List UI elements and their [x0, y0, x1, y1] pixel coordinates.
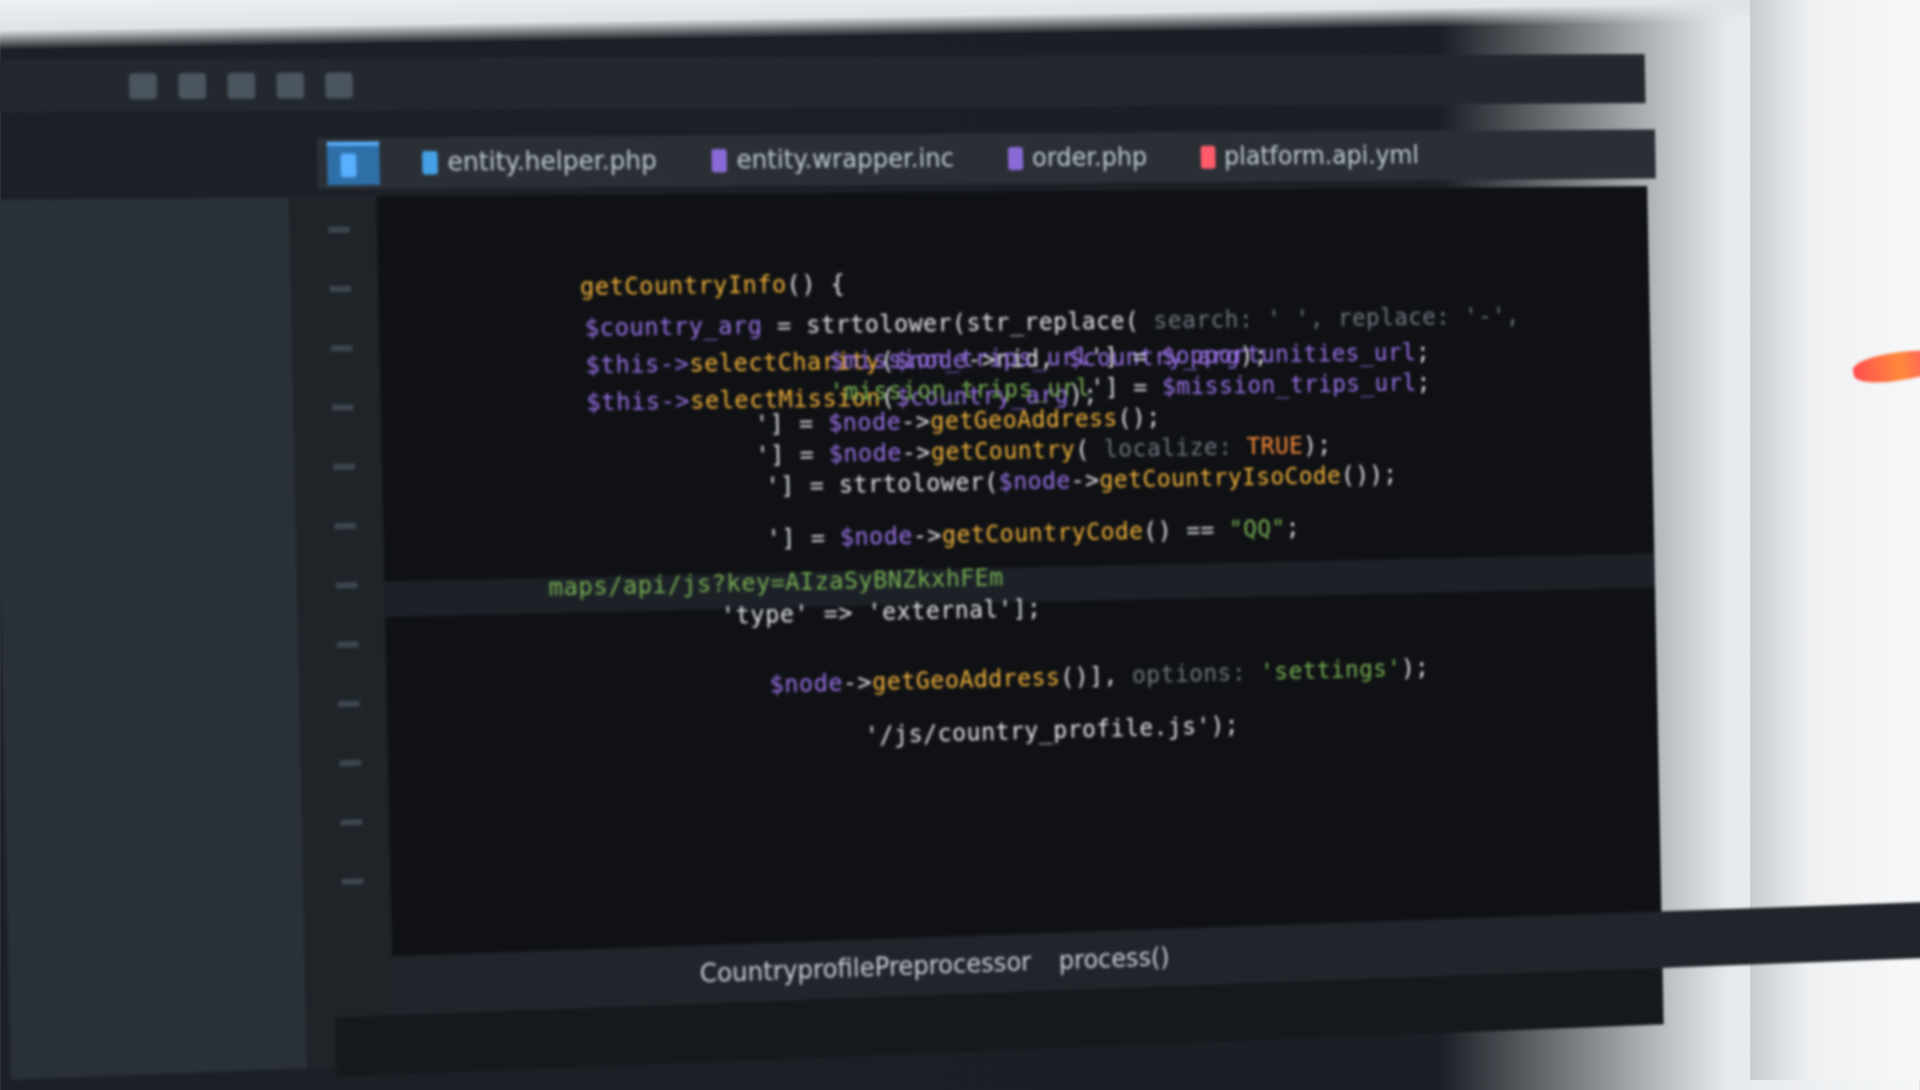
toolbar-button[interactable] [276, 72, 305, 99]
php-file-icon [340, 153, 357, 178]
code-token: () == [1143, 515, 1230, 545]
code-token: 'settings' [1245, 654, 1402, 686]
code-token: $node [828, 438, 903, 468]
toolbar [0, 54, 1646, 112]
code-token: $node [769, 668, 844, 699]
toolbar-button[interactable] [128, 73, 158, 100]
gutter-mark [334, 522, 357, 530]
breadcrumb-class[interactable]: CountryprofilePreprocessor [699, 948, 1031, 989]
code-token: '] = [766, 522, 841, 553]
code-token: (); [1117, 403, 1161, 432]
tab-entity-wrapper[interactable]: entity.wrapper.inc [698, 137, 967, 184]
code-token: ( [1074, 434, 1105, 464]
code-token: '] = [754, 408, 829, 438]
ide-screen: entity.helper.php entity.wrapper.inc ord… [0, 35, 1920, 1080]
code-token: ); [1210, 711, 1240, 740]
gutter-mark [338, 700, 360, 708]
tab-active[interactable] [326, 141, 381, 186]
code-token: $opportunities_url [1161, 338, 1417, 370]
code-token: '] = [1089, 341, 1162, 371]
breadcrumb-method[interactable]: process() [1059, 943, 1170, 976]
code-token: ; [1415, 338, 1431, 366]
tab-platform-api[interactable]: platform.api.yml [1187, 134, 1432, 180]
editor-tab-bar: entity.helper.php entity.wrapper.inc ord… [316, 129, 1656, 190]
code-token: getCountry [930, 435, 1076, 466]
gutter-mark [332, 404, 354, 411]
toolbar-button[interactable] [325, 72, 354, 99]
code-token: $node [827, 407, 902, 437]
yml-file-icon [1200, 145, 1216, 169]
tab-label: entity.wrapper.inc [736, 144, 955, 176]
gutter-mark [330, 345, 353, 352]
code-token: TRUE [1232, 431, 1304, 461]
toolbar-button[interactable] [178, 73, 207, 100]
gutter-mark [341, 878, 364, 885]
gutter-mark [336, 641, 359, 648]
code-token: -> [901, 437, 932, 467]
gutter-mark [329, 285, 352, 293]
inc-file-icon [711, 148, 728, 173]
code-token: ; [1416, 368, 1431, 397]
code-token: getGeoAddress [929, 403, 1118, 435]
code-token: ()], [1060, 661, 1133, 691]
code-token: ]; [1012, 594, 1042, 623]
code-token: $node [839, 521, 914, 552]
php-file-icon [422, 150, 439, 175]
code-token: '] = strtolower( [765, 467, 999, 501]
code-token: ()); [1340, 460, 1398, 489]
code-token: getCountryIsoCode [1099, 461, 1342, 494]
tab-order[interactable]: order.php [994, 135, 1160, 180]
code-token: '] = [755, 439, 830, 470]
code-token: -> [912, 520, 943, 550]
gutter-mark [340, 819, 363, 826]
tab-entity-helper[interactable]: entity.helper.php [408, 139, 670, 186]
code-token: 'mission_trips_url [829, 373, 1091, 406]
code-token: ; [1285, 513, 1301, 542]
code-token: localize: [1103, 432, 1233, 463]
code-token: ); [1302, 430, 1332, 460]
code-token: options: [1131, 658, 1247, 689]
gutter-mark [328, 226, 350, 233]
project-panel [0, 197, 307, 1080]
code-token: $node [998, 466, 1072, 496]
gutter-mark [333, 463, 355, 470]
tab-label: order.php [1031, 143, 1148, 173]
code-token: $mission_trips_url [1161, 368, 1417, 401]
tab-label: entity.helper.php [447, 146, 658, 178]
code-token: '] = [1090, 372, 1163, 402]
php-file-icon [1007, 146, 1024, 171]
code-token: -> [842, 667, 873, 697]
code-token: getGeoAddress [871, 662, 1061, 696]
code-token: $mission_trips_url [828, 342, 1091, 375]
code-token: getCountryCode [941, 516, 1144, 549]
tab-label: platform.api.yml [1223, 141, 1420, 172]
gutter-mark [339, 759, 361, 767]
toolbar-button[interactable] [227, 72, 256, 99]
gutter-mark [335, 582, 358, 589]
code-token: -> [900, 406, 931, 436]
code-token: ); [1400, 653, 1430, 682]
code-token: -> [1070, 465, 1100, 495]
code-token: "QQ" [1228, 513, 1286, 543]
